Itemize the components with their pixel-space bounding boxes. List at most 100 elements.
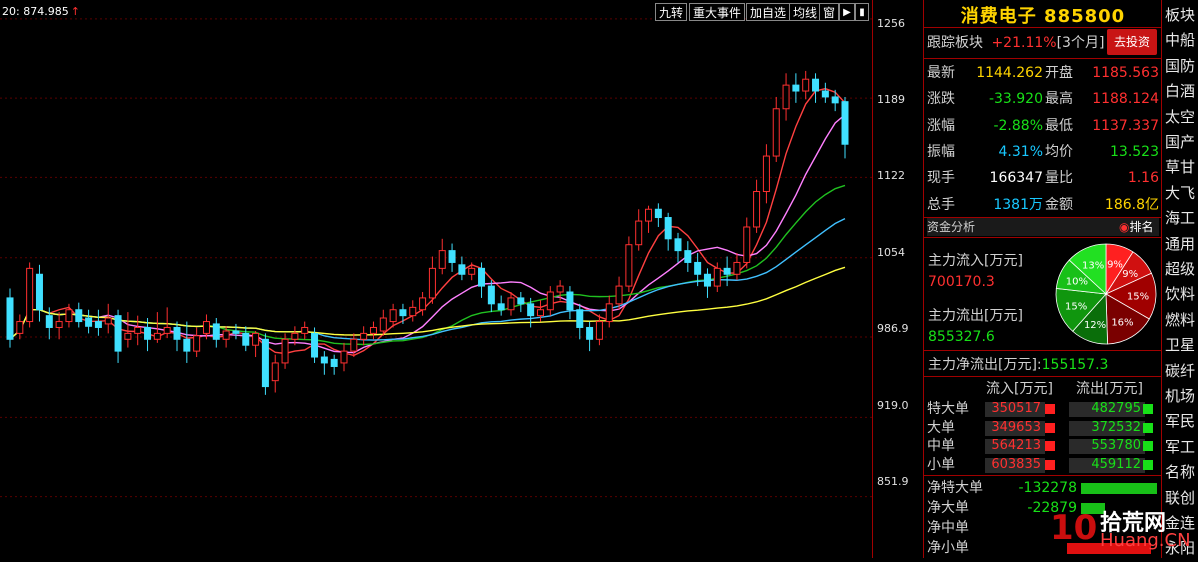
quote-label: 均价 — [1045, 143, 1073, 160]
quote-label: 金额 — [1045, 196, 1073, 213]
sector-list-item[interactable]: 卫星 — [1165, 334, 1195, 355]
sector-list-item[interactable]: 名称 — [1165, 461, 1195, 482]
net-outflow-label: 主力净流出[万元]: — [928, 357, 1042, 373]
candle — [458, 256, 466, 281]
quote-row: 振幅 4.31% 均价 13.523 — [927, 141, 1159, 163]
net-row: 净特大单 -132278 — [927, 478, 1159, 498]
candle — [733, 252, 741, 281]
candle — [242, 326, 250, 352]
flow-out-value: 553780 — [1091, 438, 1141, 454]
candle — [576, 303, 584, 340]
quote-value: -33.920 — [988, 91, 1043, 108]
outflow-label: 主力流出[万元] — [928, 308, 1023, 324]
kline-chart[interactable]: 20: 874.985 ↑ 九转 重大事件 加自选 均线 窗 ▶ ▮ — [0, 0, 872, 558]
quote-row: 总手 1381万 金额 186.8亿 — [927, 194, 1159, 216]
candle — [743, 217, 751, 269]
track-period: [3个月] — [1056, 35, 1105, 51]
up-arrow-icon: ↑ — [70, 5, 80, 18]
pie-label: 15% — [1127, 292, 1149, 303]
sector-list-item[interactable]: 国产 — [1165, 131, 1195, 152]
flow-in-value: 564213 — [991, 438, 1041, 454]
play-icon[interactable]: ▶ — [839, 3, 855, 21]
flow-out-marker — [1143, 422, 1153, 433]
flow-in-header: 流入[万元] — [986, 381, 1053, 397]
flow-row: 特大单 350517 482795 — [927, 400, 1159, 418]
net-outflow-value: 155157.3 — [1041, 357, 1109, 373]
sector-list-item[interactable]: 中船 — [1165, 29, 1195, 50]
window-button[interactable]: 窗 — [819, 3, 840, 21]
quote-row: 现手 166347 量比 1.16 — [927, 167, 1159, 189]
candle — [320, 351, 328, 375]
quote-value: -2.88% — [993, 117, 1043, 134]
quote-label: 最新 — [927, 65, 955, 81]
flow-label: 特大单 — [927, 401, 969, 417]
candle — [94, 309, 102, 336]
flow-in-value: 349653 — [991, 419, 1041, 435]
candle — [645, 205, 653, 233]
flow-in-value: 603835 — [991, 457, 1041, 473]
sector-list-item[interactable]: 板块 — [1165, 4, 1195, 25]
quote-row: 涨幅 -2.88% 最低 1137.337 — [927, 115, 1159, 137]
sector-list-item[interactable]: 通用 — [1165, 233, 1195, 254]
expand-icon[interactable]: ▮ — [855, 3, 869, 21]
candle — [340, 342, 348, 372]
ma-line — [9, 114, 846, 354]
candle — [753, 179, 761, 233]
ma20-label: 20: 874.985 ↑ — [2, 5, 80, 18]
quote-label: 总手 — [927, 196, 955, 213]
candle — [703, 268, 711, 298]
candle — [438, 238, 446, 275]
candle — [762, 144, 770, 204]
major-events-button[interactable]: 重大事件 — [689, 3, 746, 21]
candle — [812, 73, 820, 103]
candle — [261, 333, 269, 395]
candle — [183, 321, 191, 363]
sector-list[interactable]: 板块中船国防白酒太空国产草甘大飞海工通用超级饮料燃料卫星碳纤机场军民军工名称联创… — [1161, 0, 1198, 558]
sector-list-item[interactable]: 太空 — [1165, 106, 1195, 127]
sector-list-item[interactable]: 白酒 — [1165, 80, 1195, 101]
net-outflow-row: 主力净流出[万元]:155157.3 — [928, 354, 1108, 374]
sector-list-item[interactable]: 联创 — [1165, 487, 1195, 508]
moving-average-button[interactable]: 均线 — [789, 3, 822, 21]
kline-svg[interactable] — [0, 0, 872, 558]
sector-list-item[interactable]: 超级 — [1165, 258, 1195, 279]
candle — [841, 96, 849, 159]
sector-list-item[interactable]: 碳纤 — [1165, 360, 1195, 381]
rank-tab[interactable]: ◉排名 — [1119, 218, 1154, 236]
flow-in-marker — [1045, 422, 1055, 433]
rank-label: 排名 — [1129, 220, 1154, 234]
candle — [399, 303, 407, 324]
sector-list-item[interactable]: 国防 — [1165, 55, 1195, 76]
sector-title: 消费电子 885800 — [960, 6, 1126, 27]
quote-label: 现手 — [927, 170, 955, 187]
invest-button[interactable]: 去投资 — [1107, 29, 1157, 55]
candle — [163, 307, 171, 339]
candle — [831, 89, 839, 112]
fund-pie-chart: 9%9% 15% 16% 12% 15% 10% 13% — [1055, 243, 1157, 345]
candle — [16, 314, 24, 340]
ma-line — [9, 184, 846, 346]
inflow-value: 700170.3 — [928, 274, 995, 290]
candle — [428, 256, 436, 304]
flow-row: 中单 564213 553780 — [927, 437, 1159, 455]
candle — [772, 96, 780, 162]
quote-value: 13.523 — [1110, 143, 1159, 160]
candle — [360, 326, 368, 346]
quote-panel: 消费电子 885800 跟踪板块 +21.11%[3个月] 去投资 最新 1144… — [923, 0, 1162, 558]
sector-list-item[interactable]: 军民 — [1165, 410, 1195, 431]
sector-list-item[interactable]: 机场 — [1165, 385, 1195, 406]
sector-list-item[interactable]: 大飞 — [1165, 182, 1195, 203]
sector-list-item[interactable]: 草甘 — [1165, 156, 1195, 177]
add-watchlist-button[interactable]: 加自选 — [746, 3, 791, 21]
sector-list-item[interactable]: 燃料 — [1165, 309, 1195, 330]
sector-list-item[interactable]: 饮料 — [1165, 283, 1195, 304]
nine-turn-button[interactable]: 九转 — [655, 3, 688, 21]
candle — [409, 300, 417, 322]
quote-label: 开盘 — [1045, 65, 1073, 81]
candle — [536, 300, 544, 322]
sector-list-item[interactable]: 军工 — [1165, 436, 1195, 457]
track-value: +21.11% — [991, 35, 1057, 51]
y-tick: 851.9 — [877, 475, 909, 488]
sector-list-item[interactable]: 海工 — [1165, 207, 1195, 228]
candle — [6, 288, 14, 348]
